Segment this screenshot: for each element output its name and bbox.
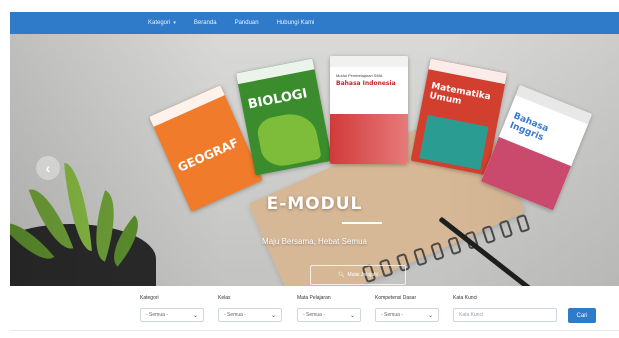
select-value: - Semua - xyxy=(303,312,325,318)
chevron-left-icon: ‹ xyxy=(45,160,51,176)
filter-mata-pelajaran: Mata Pelajaran - Semua - ⌄ xyxy=(297,295,361,322)
hero-divider xyxy=(342,222,382,224)
filter-kelas: Kelas - Semua - ⌄ xyxy=(218,295,282,322)
hero-carousel: GEOGRAF BIOLOGI Matematika Umum Bahasa I… xyxy=(10,34,619,286)
book-title: BIOLOGI xyxy=(246,86,309,113)
top-navbar: Kategori ▾ Beranda Panduan Hubungi Kami xyxy=(10,12,619,34)
search-icon: 🔍︎ xyxy=(338,272,345,278)
chevron-down-icon: ⌄ xyxy=(427,312,433,319)
nav-item-beranda[interactable]: Beranda xyxy=(194,20,217,26)
explore-button-label: Mulai Jelajahi xyxy=(347,272,378,278)
hero-tagline: Maju Bersama, Hebat Semua xyxy=(262,237,367,246)
chevron-down-icon: ⌄ xyxy=(192,312,198,319)
kategori-select[interactable]: - Semua - ⌄ xyxy=(140,308,204,322)
chevron-down-icon: ▾ xyxy=(173,20,176,26)
chevron-down-icon: ⌄ xyxy=(270,312,276,319)
kompetensi-select[interactable]: - Semua - ⌄ xyxy=(375,308,439,322)
kelas-select[interactable]: - Semua - ⌄ xyxy=(218,308,282,322)
filter-label: Kategori xyxy=(140,295,159,301)
book-cover-bahasa-indonesia: Modul Pembelajaran SMA Bahasa Indonesia xyxy=(330,56,408,164)
filter-label: Kata Kunci xyxy=(453,295,478,301)
book-title: Matematika Umum xyxy=(428,81,492,108)
filter-kategori: Kategori - Semua - ⌄ xyxy=(140,295,204,322)
explore-button[interactable]: 🔍︎ Mulai Jelajahi xyxy=(310,265,406,285)
nav-item-label: Hubungi Kami xyxy=(276,20,315,26)
select-value: - Semua - xyxy=(146,312,168,318)
filter-kata-kunci: Kata Kunci xyxy=(453,295,557,322)
carousel-prev-button[interactable]: ‹ xyxy=(36,156,60,180)
book-title: GEOGRAF xyxy=(175,135,241,175)
search-button[interactable]: Cari xyxy=(568,308,596,323)
filter-label: Kompetensi Dasar xyxy=(375,295,417,301)
select-value: - Semua - xyxy=(224,312,246,318)
nav-item-panduan[interactable]: Panduan xyxy=(235,20,259,26)
book-subtitle: Modul Pembelajaran SMA xyxy=(336,73,383,78)
page: Kategori▾ Beranda Panduan Hubungi Kami xyxy=(10,12,619,338)
book-title: Bahasa Indonesia xyxy=(336,80,396,87)
select-value: - Semua - xyxy=(381,312,403,318)
filter-kompetensi-dasar: Kompetensi Dasar - Semua - ⌄ xyxy=(375,295,439,322)
mata-pelajaran-select[interactable]: - Semua - ⌄ xyxy=(297,308,361,322)
hero-title: E-MODUL xyxy=(266,194,363,214)
filter-label: Mata Pelajaran xyxy=(297,295,331,301)
nav-item-hubungi-kami[interactable]: Hubungi Kami xyxy=(277,20,315,26)
nav-menu: Kategori ▾ Beranda Panduan Hubungi Kami xyxy=(148,12,314,34)
nav-item-kategori[interactable]: Kategori ▾ xyxy=(148,20,176,26)
nav-item-label: Panduan xyxy=(234,20,259,26)
keyword-input[interactable] xyxy=(453,308,557,322)
nav-item-label: Beranda xyxy=(193,20,217,26)
chevron-down-icon: ⌄ xyxy=(349,312,355,319)
filter-label: Kelas xyxy=(218,295,231,301)
divider xyxy=(10,330,619,331)
nav-item-label: Kategori xyxy=(148,20,171,26)
